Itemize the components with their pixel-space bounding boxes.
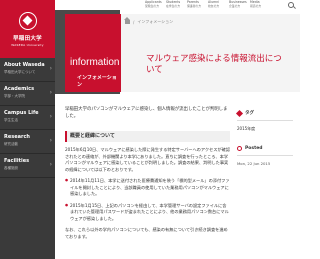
hero-title-panel: / インフォメーション マルウェア感染による情報流出について — [121, 14, 300, 92]
breadcrumb-current[interactable]: インフォメーション — [137, 19, 173, 25]
chevron-right-icon: › — [49, 113, 52, 120]
topnav-alumni[interactable]: Alumni 校友の方 — [208, 0, 226, 8]
meta-column: タグ 2015年度 Posted Mon, 22 Jun 2015 — [235, 109, 293, 166]
page-title: マルウェア感染による情報流出について — [146, 54, 282, 76]
tag-link[interactable]: 2015年度 — [237, 126, 293, 132]
sidebar-item-academics[interactable]: Academics 学部・大学院 › — [0, 82, 55, 106]
hero-jp-title: インフォメーション — [77, 75, 117, 88]
tag-icon — [235, 109, 244, 117]
topnav-jp: 報道の方 — [250, 3, 262, 8]
article-body: 早稲田大学のパソコンがマルウェアに感染し、個人情報が流出したことが判明しました。… — [65, 107, 230, 240]
search-icon[interactable] — [288, 2, 294, 8]
posted-label: Posted — [245, 146, 263, 151]
sidebar-item-sub: 早稲田大学について — [4, 69, 36, 74]
home-icon[interactable] — [124, 17, 130, 24]
logo-jp-text: 早稲田大学 — [12, 35, 42, 42]
sidebar-item-title: Research — [4, 134, 30, 140]
chevron-right-icon: › — [49, 89, 52, 96]
posted-header: Posted — [237, 146, 293, 156]
sidebar-item-sub: 各種施設 — [4, 165, 18, 170]
top-navigation: Applicants 受験生の方 Students 在学生の方 Parents 保護者… — [145, 0, 268, 8]
sidebar-item-title: About Waseda — [4, 62, 45, 68]
bullet-list: 2014年11月11日、本学に送付された医療費通知を装う「標的型メール」の添付フ… — [65, 178, 230, 222]
topnav-parents[interactable]: Parents 保護者の方 — [187, 0, 205, 8]
breadcrumb: / インフォメーション — [124, 17, 173, 25]
body-paragraph: なお、これら以外の学内パソコンについても、感染の有無について引き続き調査を進めて… — [65, 227, 228, 239]
breadcrumb-separator: / — [133, 19, 135, 25]
list-item: 2015年1月15日、上記のパソコンを経由して、本学管理サーバの設定ファイルに含… — [65, 203, 230, 223]
sidebar-item-title: Academics — [4, 86, 35, 92]
tag-header: タグ — [235, 109, 293, 121]
topnav-jp: 保護者の方 — [187, 3, 201, 8]
sidebar-item-about[interactable]: About Waseda 早稲田大学について › — [0, 58, 55, 82]
list-item: 2014年11月11日、本学に送付された医療費通知を装う「標的型メール」の添付フ… — [65, 178, 230, 198]
sidebar: 早稲田大学 WASEDA University About Waseda 早稲田… — [0, 0, 55, 259]
body-paragraph: 2015年6月10日、マルウェアに感染した際に発生する特定サーバーへのアクセスが… — [65, 147, 230, 172]
topnav-jp: 企業の方 — [229, 3, 241, 8]
sidebar-item-sub: 学生生活 — [4, 117, 18, 122]
topnav-applicants[interactable]: Applicants 受験生の方 — [145, 0, 163, 8]
chevron-right-icon: › — [49, 161, 52, 168]
hero-en-title: information — [70, 57, 120, 68]
sidebar-item-sub: 学部・大学院 — [4, 93, 25, 98]
intro-text: 早稲田大学のパソコンがマルウェアに感染し、個人情報が流出したことが判明しました。 — [65, 107, 228, 119]
sidebar-item-campus-life[interactable]: Campus Life 学生生活 › — [0, 106, 55, 130]
chevron-right-icon: › — [49, 65, 52, 72]
posted-date: Mon, 22 Jun 2015 — [237, 161, 271, 166]
tag-label: タグ — [245, 111, 254, 116]
topnav-jp: 校友の方 — [208, 3, 220, 8]
topnav-jp: 受験生の方 — [145, 3, 159, 8]
section-heading: 概要と経緯について — [65, 131, 230, 143]
topnav-jp: 在学生の方 — [166, 3, 180, 8]
topnav-students[interactable]: Students 在学生の方 — [166, 0, 184, 8]
logo-emblem-icon — [18, 11, 37, 30]
topnav-media[interactable]: Media 報道の方 — [250, 0, 268, 8]
sidebar-item-sub: 研究活動 — [4, 141, 18, 146]
chevron-right-icon: › — [49, 137, 52, 144]
topnav-businesses[interactable]: Businesses 企業の方 — [229, 0, 247, 8]
university-logo[interactable]: 早稲田大学 WASEDA University — [0, 0, 55, 58]
logo-en-text: WASEDA University — [11, 42, 44, 47]
hero-red-block: information インフォメーション — [65, 14, 121, 92]
sidebar-item-title: Facilities — [4, 158, 30, 164]
sidebar-item-facilities[interactable]: Facilities 各種施設 › — [0, 154, 55, 178]
clock-icon — [237, 146, 242, 151]
sidebar-item-research[interactable]: Research 研究活動 › — [0, 130, 55, 154]
sidebar-item-title: Campus Life — [4, 110, 39, 116]
